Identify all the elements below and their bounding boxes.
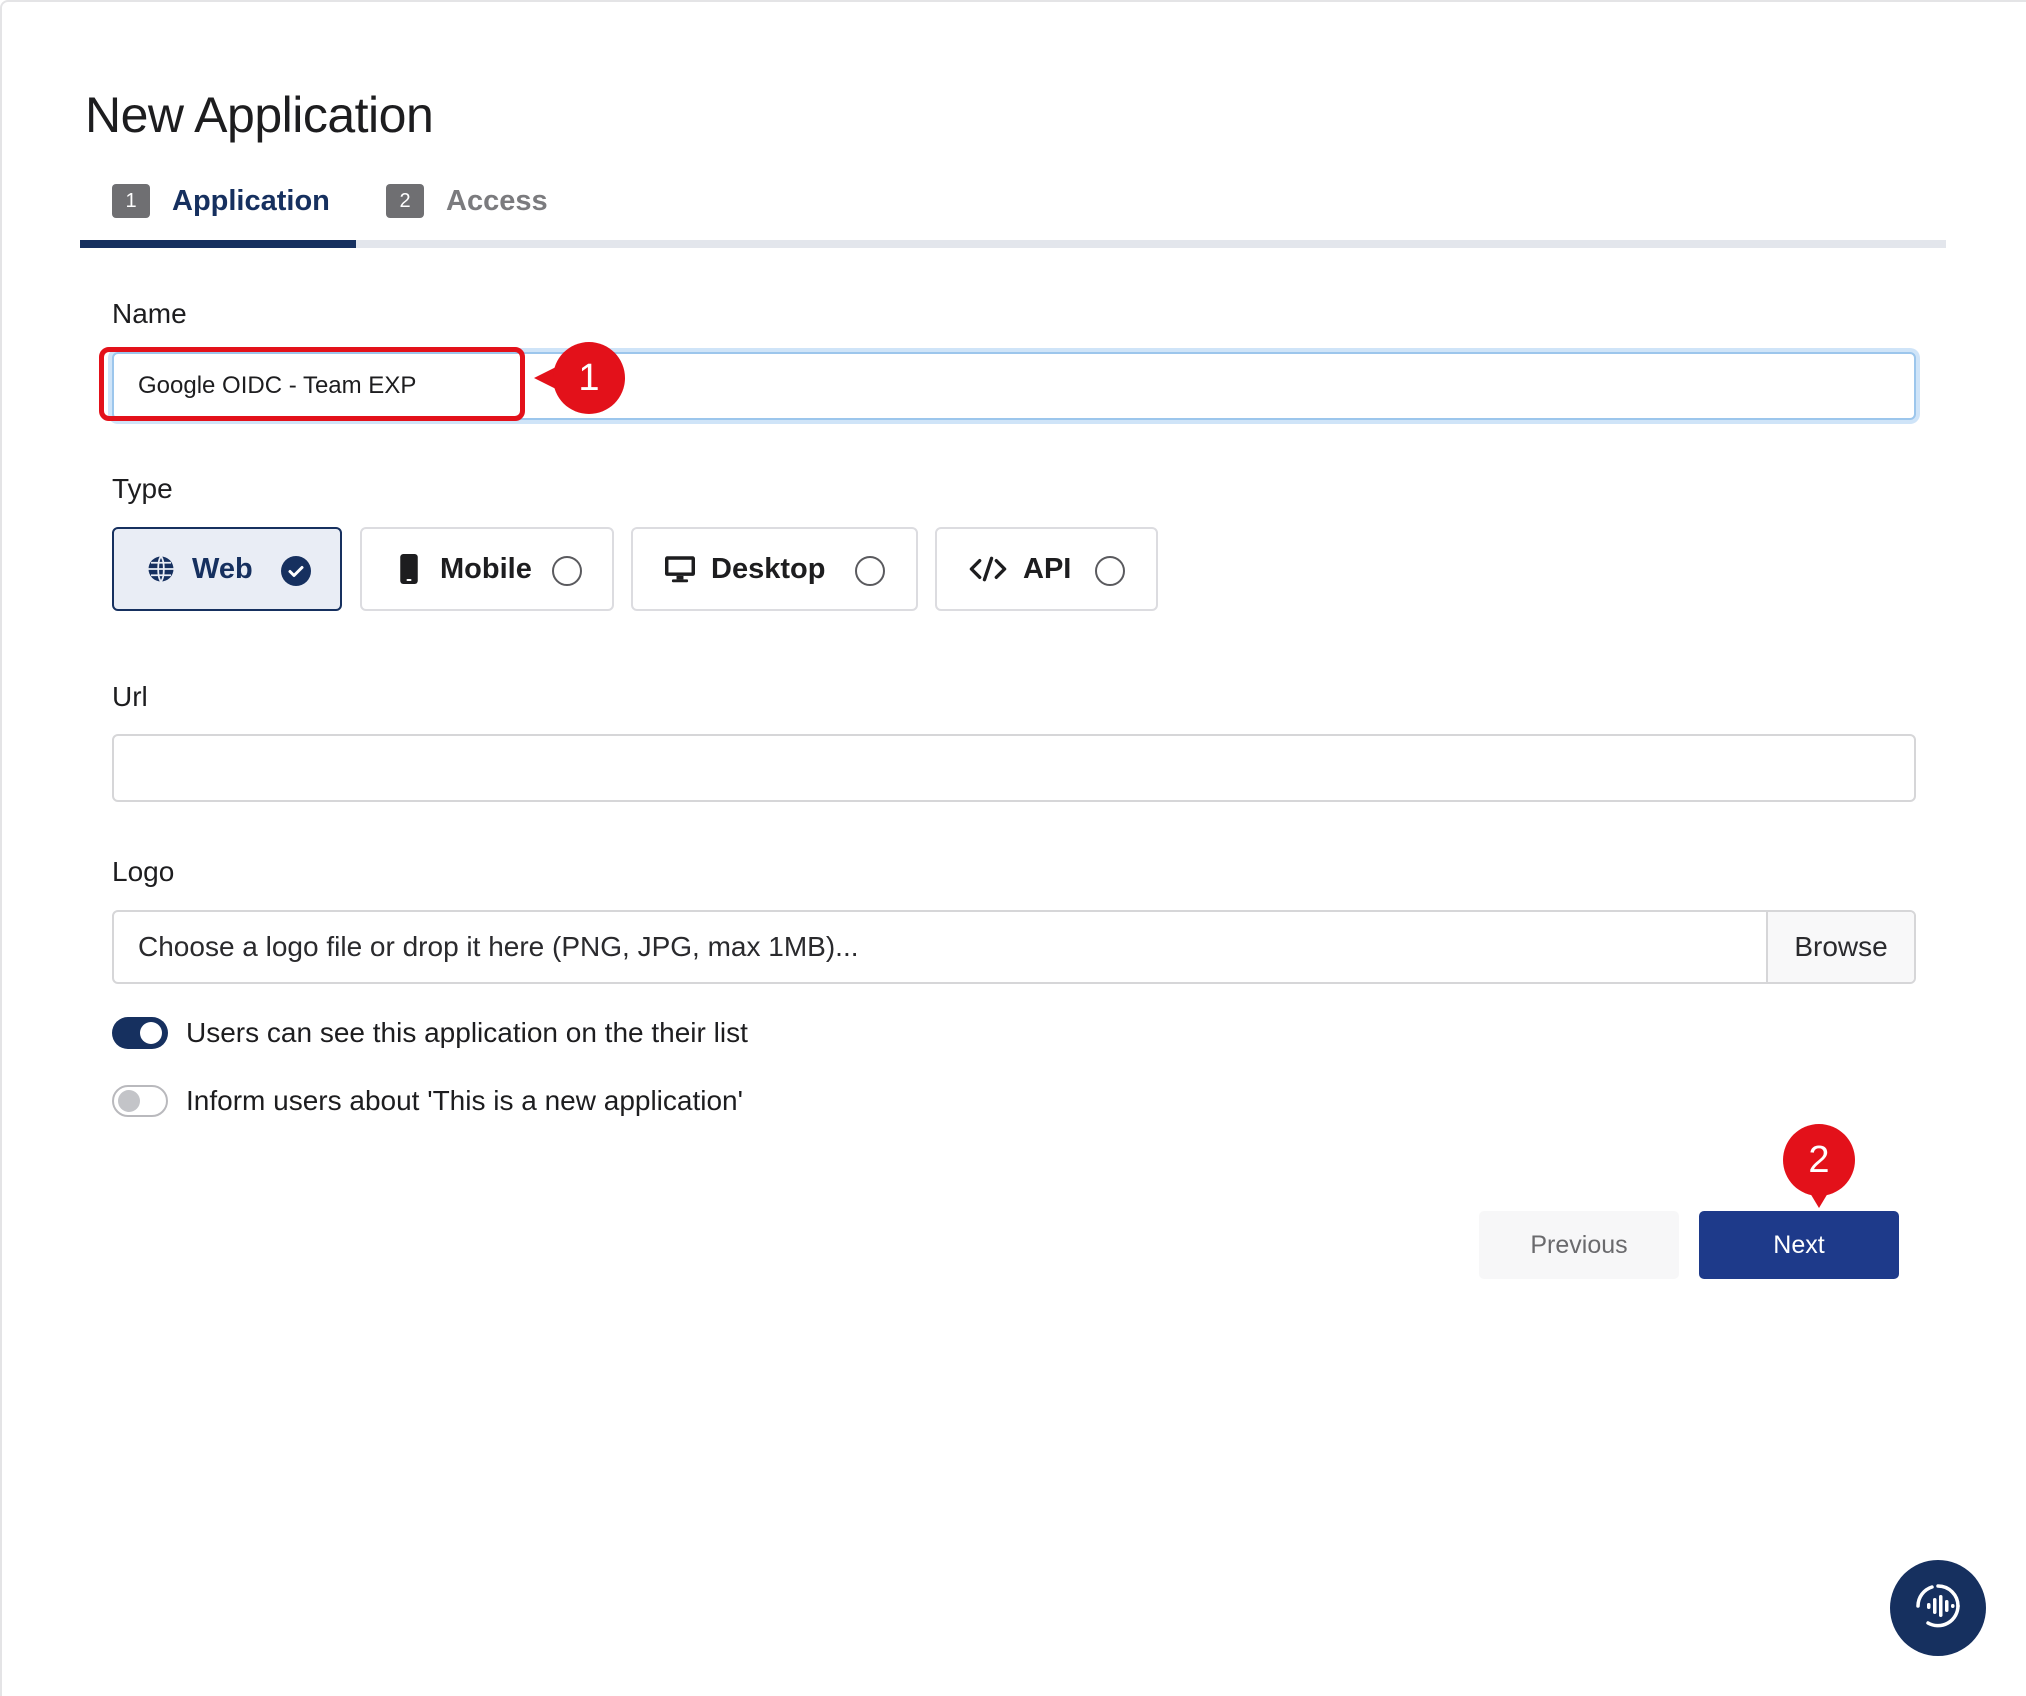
tab-label: Application — [172, 184, 330, 217]
type-label: Type — [112, 473, 173, 504]
type-option-web[interactable]: Web — [112, 527, 342, 611]
tab-number: 2 — [386, 184, 424, 218]
check-circle-icon — [281, 556, 311, 586]
toggle-row-visible: Users can see this application on the th… — [112, 1016, 748, 1050]
type-option-label: Web — [192, 552, 253, 585]
annotation-marker-1: 1 — [553, 342, 625, 414]
browse-button[interactable]: Browse — [1766, 912, 1914, 982]
type-option-label: API — [1023, 552, 1072, 585]
annotation-highlight-box — [99, 347, 525, 421]
logo-label: Logo — [112, 856, 175, 887]
type-option-desktop[interactable]: Desktop — [631, 527, 918, 611]
tabs-track — [80, 240, 1946, 248]
visible-toggle[interactable] — [112, 1017, 168, 1049]
app-frame — [0, 0, 2026, 1696]
waveform-icon — [1908, 1576, 1968, 1641]
type-option-mobile[interactable]: Mobile — [360, 527, 614, 611]
logo-file-input[interactable]: Choose a logo file or drop it here (PNG,… — [112, 910, 1916, 984]
toggle-row-new-app: Inform users about 'This is a new applic… — [112, 1084, 743, 1118]
radio-button[interactable] — [855, 556, 885, 586]
type-option-label: Mobile — [440, 552, 532, 585]
page-title: New Application — [85, 87, 434, 143]
active-tab-indicator — [80, 240, 356, 248]
annotation-pointer — [1807, 1188, 1831, 1208]
tab-label: Access — [446, 184, 548, 217]
toggle-knob — [118, 1090, 140, 1112]
toggle-label: Users can see this application on the th… — [186, 1017, 748, 1048]
annotation-marker-2: 2 — [1783, 1124, 1855, 1196]
toggle-knob — [140, 1022, 162, 1044]
mobile-icon — [394, 554, 424, 584]
url-input[interactable] — [112, 734, 1916, 802]
previous-button[interactable]: Previous — [1479, 1211, 1679, 1279]
radio-button[interactable] — [1095, 556, 1125, 586]
type-option-label: Desktop — [711, 552, 826, 585]
type-option-api[interactable]: API — [935, 527, 1158, 611]
globe-icon — [146, 554, 176, 584]
toggle-label: Inform users about 'This is a new applic… — [186, 1085, 743, 1116]
desktop-icon — [665, 554, 695, 584]
tab-access[interactable]: 2 Access — [386, 184, 548, 218]
tab-number: 1 — [112, 184, 150, 218]
logo-file-placeholder: Choose a logo file or drop it here (PNG,… — [138, 931, 859, 962]
voice-assistant-button[interactable] — [1890, 1560, 1986, 1656]
next-button[interactable]: Next — [1699, 1211, 1899, 1279]
new-app-toggle[interactable] — [112, 1085, 168, 1117]
radio-button[interactable] — [552, 556, 582, 586]
url-label: Url — [112, 681, 148, 712]
tab-application[interactable]: 1 Application — [112, 184, 330, 218]
code-icon — [969, 554, 1007, 584]
name-label: Name — [112, 298, 187, 329]
